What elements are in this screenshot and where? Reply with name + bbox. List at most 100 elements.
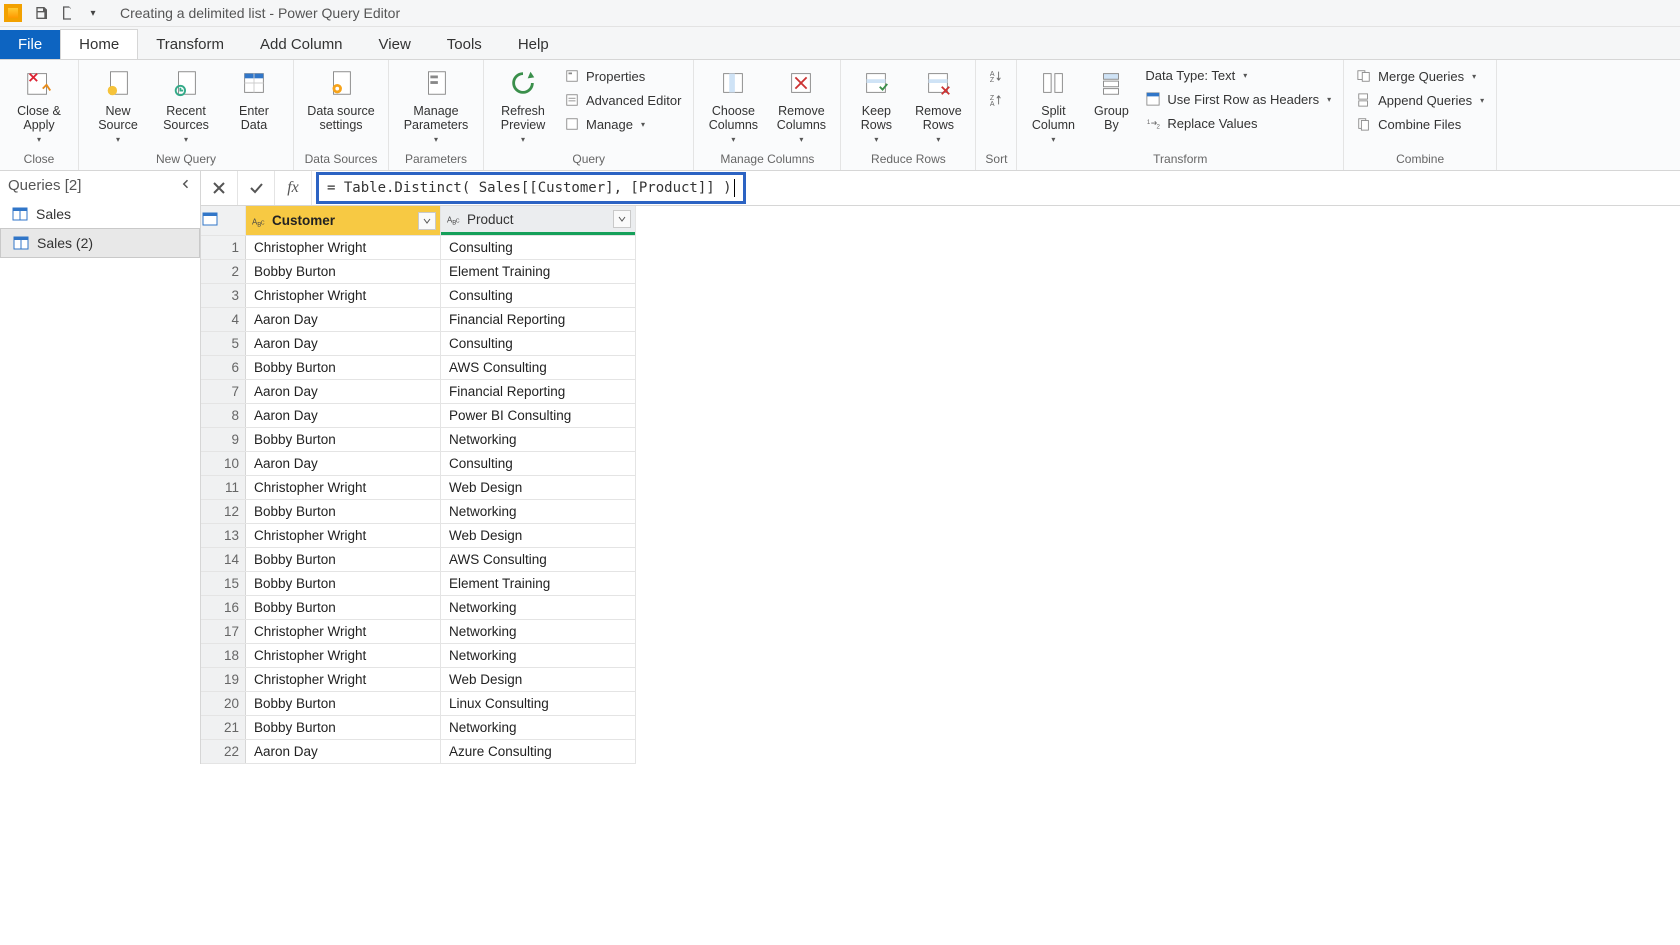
- cell[interactable]: Bobby Burton: [246, 428, 441, 452]
- table-row[interactable]: 3Christopher WrightConsulting: [201, 284, 636, 308]
- cell[interactable]: Element Training: [441, 260, 636, 284]
- row-number[interactable]: 5: [201, 332, 246, 356]
- remove-columns-button[interactable]: Remove Columns ▾: [770, 64, 832, 147]
- cell[interactable]: Linux Consulting: [441, 692, 636, 716]
- table-row[interactable]: 18Christopher WrightNetworking: [201, 644, 636, 668]
- table-row[interactable]: 13Christopher WrightWeb Design: [201, 524, 636, 548]
- column-header-customer[interactable]: ABC Customer: [246, 206, 441, 236]
- table-row[interactable]: 20Bobby BurtonLinux Consulting: [201, 692, 636, 716]
- row-number[interactable]: 13: [201, 524, 246, 548]
- cell[interactable]: Financial Reporting: [441, 308, 636, 332]
- row-number[interactable]: 22: [201, 740, 246, 764]
- tab-view[interactable]: View: [361, 30, 429, 59]
- row-number[interactable]: 8: [201, 404, 246, 428]
- cell[interactable]: Christopher Wright: [246, 644, 441, 668]
- row-number[interactable]: 6: [201, 356, 246, 380]
- tab-file[interactable]: File: [0, 30, 60, 59]
- cell[interactable]: Bobby Burton: [246, 692, 441, 716]
- cell[interactable]: Bobby Burton: [246, 716, 441, 740]
- accept-formula-button[interactable]: [238, 171, 275, 205]
- cell[interactable]: Bobby Burton: [246, 596, 441, 620]
- row-number[interactable]: 9: [201, 428, 246, 452]
- cell[interactable]: Christopher Wright: [246, 284, 441, 308]
- row-number[interactable]: 3: [201, 284, 246, 308]
- cell[interactable]: Consulting: [441, 236, 636, 260]
- cell[interactable]: Networking: [441, 644, 636, 668]
- sort-asc-button[interactable]: AZ: [984, 66, 1008, 86]
- cell[interactable]: Azure Consulting: [441, 740, 636, 764]
- row-number[interactable]: 1: [201, 236, 246, 260]
- cell[interactable]: Networking: [441, 716, 636, 740]
- qat-undo-button[interactable]: [56, 2, 78, 24]
- row-number[interactable]: 18: [201, 644, 246, 668]
- cell[interactable]: Aaron Day: [246, 332, 441, 356]
- cell[interactable]: Networking: [441, 596, 636, 620]
- table-row[interactable]: 6Bobby BurtonAWS Consulting: [201, 356, 636, 380]
- merge-queries-button[interactable]: Merge Queries ▾: [1352, 66, 1488, 86]
- qat-dropdown[interactable]: ▾: [82, 2, 104, 24]
- combine-files-button[interactable]: Combine Files: [1352, 114, 1488, 134]
- cell[interactable]: Web Design: [441, 476, 636, 500]
- recent-sources-button[interactable]: Recent Sources ▾: [155, 64, 217, 147]
- cell[interactable]: Bobby Burton: [246, 548, 441, 572]
- cell[interactable]: Consulting: [441, 452, 636, 476]
- close-apply-button[interactable]: Close & Apply ▾: [8, 64, 70, 147]
- table-row[interactable]: 2Bobby BurtonElement Training: [201, 260, 636, 284]
- row-number[interactable]: 10: [201, 452, 246, 476]
- append-queries-button[interactable]: Append Queries ▾: [1352, 90, 1488, 110]
- cell[interactable]: Financial Reporting: [441, 380, 636, 404]
- table-row[interactable]: 10Aaron DayConsulting: [201, 452, 636, 476]
- split-column-button[interactable]: Split Column ▾: [1025, 64, 1081, 147]
- row-number[interactable]: 20: [201, 692, 246, 716]
- row-number[interactable]: 11: [201, 476, 246, 500]
- enter-data-button[interactable]: Enter Data: [223, 64, 285, 132]
- cell[interactable]: Aaron Day: [246, 740, 441, 764]
- row-number[interactable]: 17: [201, 620, 246, 644]
- cell[interactable]: Christopher Wright: [246, 476, 441, 500]
- table-row[interactable]: 22Aaron DayAzure Consulting: [201, 740, 636, 764]
- tab-add-column[interactable]: Add Column: [242, 30, 361, 59]
- cell[interactable]: AWS Consulting: [441, 356, 636, 380]
- tab-home[interactable]: Home: [60, 29, 138, 59]
- cell[interactable]: Networking: [441, 620, 636, 644]
- cell[interactable]: Consulting: [441, 332, 636, 356]
- row-number[interactable]: 7: [201, 380, 246, 404]
- manage-button[interactable]: Manage ▾: [560, 114, 685, 134]
- keep-rows-button[interactable]: Keep Rows ▾: [849, 64, 903, 147]
- query-item-sales-2[interactable]: Sales (2): [0, 228, 200, 258]
- qat-save-button[interactable]: [30, 2, 52, 24]
- row-number[interactable]: 4: [201, 308, 246, 332]
- new-source-button[interactable]: New Source ▾: [87, 64, 149, 147]
- table-row[interactable]: 11Christopher WrightWeb Design: [201, 476, 636, 500]
- cell[interactable]: Networking: [441, 500, 636, 524]
- collapse-pane-button[interactable]: [180, 177, 192, 194]
- row-number[interactable]: 14: [201, 548, 246, 572]
- tab-transform[interactable]: Transform: [138, 30, 242, 59]
- cell[interactable]: Christopher Wright: [246, 524, 441, 548]
- table-row[interactable]: 7Aaron DayFinancial Reporting: [201, 380, 636, 404]
- filter-button-customer[interactable]: [418, 212, 436, 230]
- cell[interactable]: Bobby Burton: [246, 572, 441, 596]
- group-by-button[interactable]: Group By: [1087, 64, 1135, 132]
- first-row-headers-button[interactable]: Use First Row as Headers ▾: [1141, 89, 1335, 109]
- fx-button[interactable]: fx: [275, 171, 312, 205]
- table-row[interactable]: 21Bobby BurtonNetworking: [201, 716, 636, 740]
- advanced-editor-button[interactable]: Advanced Editor: [560, 90, 685, 110]
- cell[interactable]: Aaron Day: [246, 452, 441, 476]
- cell[interactable]: Christopher Wright: [246, 620, 441, 644]
- row-number[interactable]: 21: [201, 716, 246, 740]
- sort-desc-button[interactable]: ZA: [984, 90, 1008, 110]
- table-row[interactable]: 1Christopher WrightConsulting: [201, 236, 636, 260]
- query-item-sales[interactable]: Sales: [0, 200, 200, 228]
- cell[interactable]: AWS Consulting: [441, 548, 636, 572]
- table-corner-button[interactable]: [201, 206, 246, 236]
- cell[interactable]: Aaron Day: [246, 404, 441, 428]
- row-number[interactable]: 2: [201, 260, 246, 284]
- manage-parameters-button[interactable]: Manage Parameters ▾: [397, 64, 475, 147]
- cell[interactable]: Element Training: [441, 572, 636, 596]
- data-table-wrap[interactable]: ABC Customer ABC Product: [201, 206, 1680, 764]
- cell[interactable]: Web Design: [441, 524, 636, 548]
- refresh-preview-button[interactable]: Refresh Preview ▾: [492, 64, 554, 147]
- tab-tools[interactable]: Tools: [429, 30, 500, 59]
- cell[interactable]: Christopher Wright: [246, 236, 441, 260]
